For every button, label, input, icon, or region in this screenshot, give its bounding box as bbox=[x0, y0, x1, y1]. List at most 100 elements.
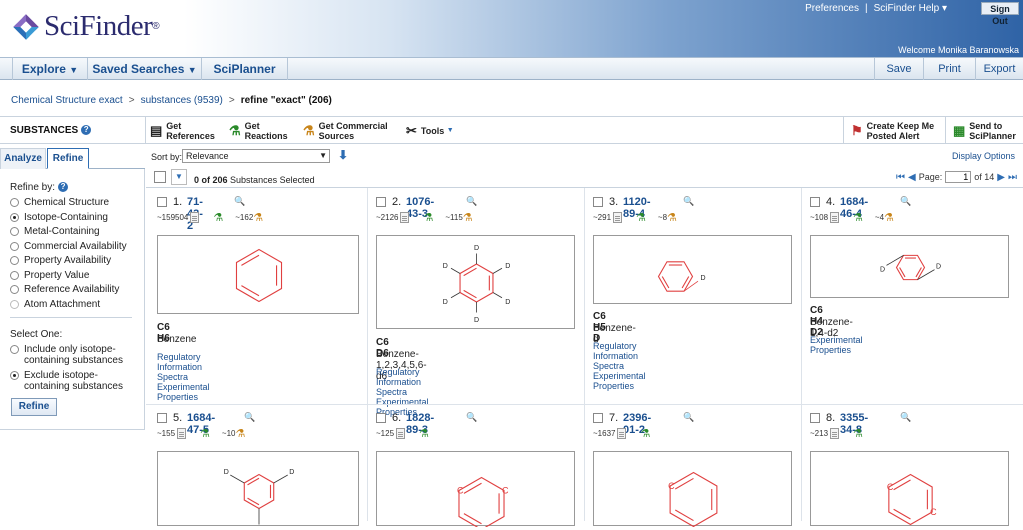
radio-button[interactable] bbox=[10, 285, 19, 294]
breadcrumb-substances[interactable]: substances (9539) bbox=[141, 95, 223, 106]
references-icon[interactable] bbox=[617, 428, 627, 439]
get-commercial-sources-button[interactable]: ⚗ Get Commercial Sources bbox=[303, 120, 388, 142]
refine-option[interactable]: Property Value bbox=[10, 270, 89, 281]
refine-option[interactable]: Atom Attachment bbox=[10, 299, 100, 310]
substance-link[interactable]: Regulatory Information bbox=[593, 341, 646, 361]
substance-link[interactable]: Experimental Properties bbox=[810, 335, 863, 355]
reactions-flask-icon[interactable]: ⚗ bbox=[853, 428, 863, 439]
radio-button[interactable] bbox=[10, 256, 19, 265]
radio-button[interactable] bbox=[10, 241, 19, 251]
radio-button[interactable] bbox=[10, 299, 19, 309]
commercial-sources-icon[interactable]: ⚗ bbox=[235, 428, 245, 439]
magnify-icon[interactable]: 🔍 bbox=[900, 412, 911, 423]
substance-link[interactable]: Regulatory Information bbox=[376, 367, 429, 387]
commercial-sources-icon[interactable]: ⚗ bbox=[667, 212, 677, 223]
scifinder-logo[interactable]: SciFinder ® bbox=[12, 10, 160, 43]
commercial-sources-icon[interactable]: ⚗ bbox=[253, 212, 263, 223]
magnify-icon[interactable]: 🔍 bbox=[234, 196, 245, 207]
keep-me-posted-button[interactable]: ⚑ Create Keep Me Posted Alert bbox=[851, 120, 934, 142]
tools-menu[interactable]: ✂ Tools ▼ bbox=[406, 120, 454, 142]
get-references-button[interactable]: ▤ Get References bbox=[150, 120, 215, 142]
page-input[interactable] bbox=[945, 171, 972, 183]
substance-link[interactable]: Regulatory Information bbox=[157, 352, 210, 372]
help-link[interactable]: SciFinder Help ▾ bbox=[874, 3, 947, 14]
help-icon[interactable]: ? bbox=[81, 125, 92, 136]
refine-option[interactable]: Metal-Containing bbox=[10, 226, 100, 237]
refine-option[interactable]: Chemical Structure bbox=[10, 197, 109, 208]
reactions-flask-icon[interactable]: ⚗ bbox=[853, 212, 863, 223]
first-page-icon[interactable]: ⏮ bbox=[896, 172, 905, 183]
nav-saved-searches[interactable]: Saved Searches ▼ bbox=[88, 58, 202, 80]
references-icon[interactable] bbox=[830, 428, 840, 439]
magnify-icon[interactable]: 🔍 bbox=[900, 196, 911, 207]
substance-checkbox[interactable] bbox=[157, 197, 167, 207]
substance-checkbox[interactable] bbox=[810, 413, 820, 423]
breadcrumb-structure[interactable]: Chemical Structure exact bbox=[11, 95, 123, 106]
references-icon[interactable] bbox=[177, 428, 187, 439]
prev-page-icon[interactable]: ◀ bbox=[908, 172, 916, 183]
magnify-icon[interactable]: 🔍 bbox=[466, 196, 477, 207]
radio-button[interactable] bbox=[10, 270, 19, 280]
structure-image[interactable]: DDD bbox=[157, 451, 359, 530]
refine-option[interactable]: Reference Availability bbox=[10, 284, 119, 295]
refine-option[interactable]: Property Availability bbox=[10, 255, 111, 266]
commercial-sources-icon[interactable]: ⚗ bbox=[884, 212, 894, 223]
substance-checkbox[interactable] bbox=[593, 197, 603, 207]
next-page-icon[interactable]: ▶ bbox=[997, 172, 1005, 183]
reactions-flask-icon[interactable]: ⚗ bbox=[423, 212, 433, 223]
magnify-icon[interactable]: 🔍 bbox=[466, 412, 477, 423]
tab-analyze[interactable]: Analyze bbox=[0, 148, 46, 169]
references-icon[interactable] bbox=[396, 428, 406, 439]
magnify-icon[interactable]: 🔍 bbox=[244, 412, 255, 423]
substance-checkbox[interactable] bbox=[376, 413, 386, 423]
commercial-sources-icon[interactable]: ⚗ bbox=[463, 212, 473, 223]
refine-option[interactable]: Commercial Availability bbox=[10, 241, 127, 252]
reactions-flask-icon[interactable]: ⚗ bbox=[640, 428, 650, 439]
substance-checkbox[interactable] bbox=[157, 413, 167, 423]
structure-image[interactable]: DD bbox=[810, 235, 1009, 298]
structure-image[interactable]: D D D D D D bbox=[376, 235, 575, 329]
reactions-flask-icon[interactable]: ⚗ bbox=[419, 428, 429, 439]
radio-button[interactable] bbox=[10, 227, 19, 236]
radio-button[interactable] bbox=[10, 212, 19, 222]
structure-image[interactable]: C bbox=[593, 451, 792, 528]
preferences-link[interactable]: Preferences bbox=[805, 3, 859, 14]
references-icon[interactable] bbox=[190, 212, 200, 223]
refine-button[interactable]: Refine bbox=[11, 398, 57, 416]
send-to-sciplanner-button[interactable]: ▦ Send to SciPlanner bbox=[953, 120, 1016, 142]
help-icon[interactable]: ? bbox=[58, 182, 69, 193]
display-options-link[interactable]: Display Options bbox=[952, 151, 1015, 161]
substance-link[interactable]: Spectra bbox=[593, 361, 646, 371]
print-button[interactable]: Print bbox=[923, 58, 975, 80]
structure-image[interactable]: CC bbox=[376, 451, 575, 530]
magnify-icon[interactable]: 🔍 bbox=[683, 196, 694, 207]
export-button[interactable]: Export bbox=[975, 58, 1023, 80]
select-all-checkbox[interactable] bbox=[154, 171, 166, 183]
radio-button[interactable] bbox=[10, 198, 19, 207]
save-button[interactable]: Save bbox=[874, 58, 923, 80]
nav-sciplanner[interactable]: SciPlanner bbox=[202, 58, 288, 80]
substance-checkbox[interactable] bbox=[593, 413, 603, 423]
references-icon[interactable] bbox=[613, 212, 623, 223]
structure-image[interactable]: CC bbox=[810, 451, 1009, 526]
structure-image[interactable]: D bbox=[593, 235, 792, 304]
nav-explore[interactable]: Explore ▼ bbox=[12, 58, 88, 80]
substance-checkbox[interactable] bbox=[376, 197, 386, 207]
substance-link[interactable]: Experimental Properties bbox=[157, 382, 210, 402]
sort-select[interactable]: Relevance ▼ bbox=[182, 149, 330, 163]
reactions-flask-icon[interactable]: ⚗ bbox=[200, 428, 210, 439]
tab-refine[interactable]: Refine bbox=[47, 148, 89, 169]
sort-direction-icon[interactable]: ⬇ bbox=[338, 148, 348, 162]
magnify-icon[interactable]: 🔍 bbox=[683, 412, 694, 423]
include-isotope-radio[interactable]: Include only isotope-containing substanc… bbox=[10, 344, 123, 366]
refine-option[interactable]: Isotope-Containing bbox=[10, 212, 108, 223]
reactions-flask-icon[interactable]: ⚗ bbox=[636, 212, 646, 223]
sign-out-button[interactable]: Sign Out bbox=[981, 2, 1019, 26]
substance-link[interactable]: Spectra bbox=[157, 372, 210, 382]
substance-link[interactable]: Spectra bbox=[376, 387, 429, 397]
references-icon[interactable] bbox=[830, 212, 840, 223]
last-page-icon[interactable]: ⏭ bbox=[1008, 172, 1017, 183]
exclude-isotope-radio[interactable]: Exclude isotope-containing substances bbox=[10, 370, 123, 392]
structure-image[interactable] bbox=[157, 235, 359, 314]
get-reactions-button[interactable]: ⚗ Get Reactions bbox=[229, 120, 288, 142]
